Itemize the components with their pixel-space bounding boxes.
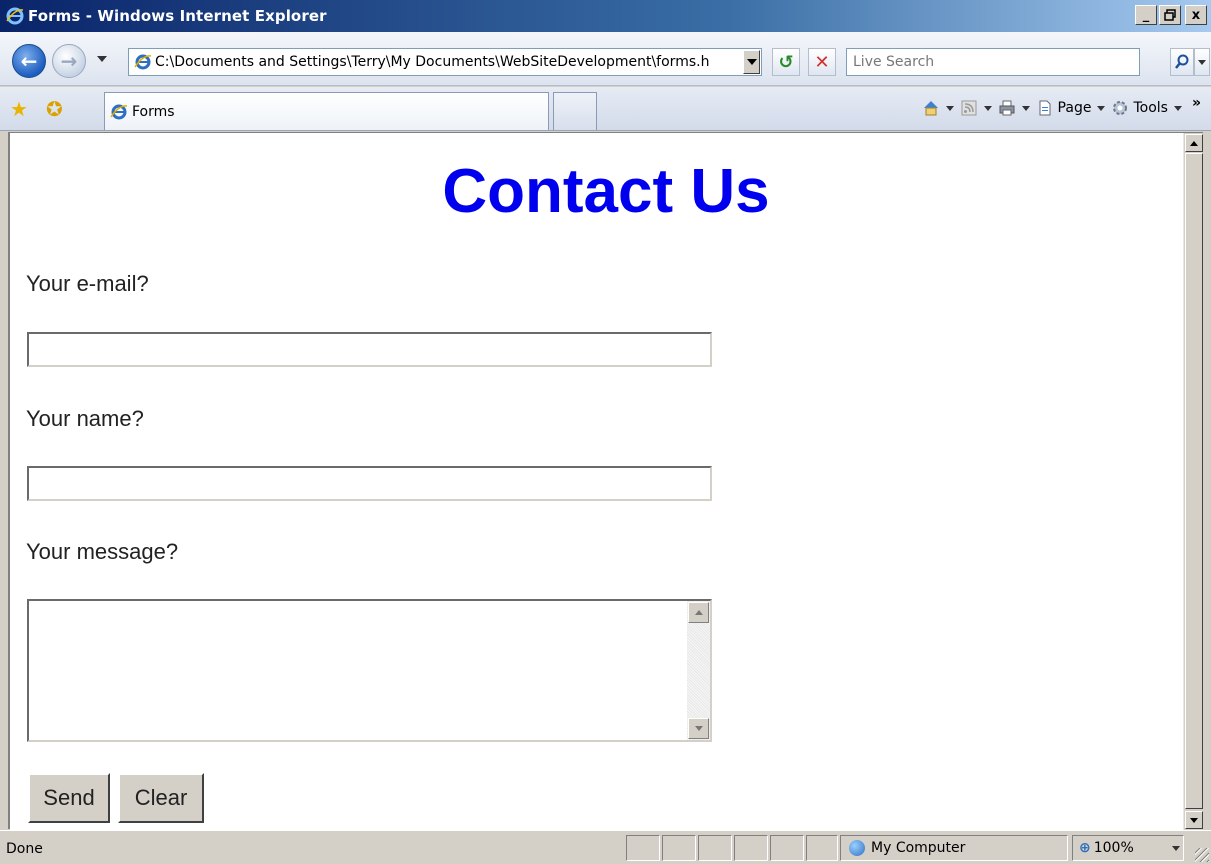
- arrow-up-icon: [1190, 140, 1198, 146]
- forward-arrow-icon: →: [60, 49, 78, 73]
- chevron-down-icon: [746, 59, 757, 65]
- feeds-button[interactable]: [960, 99, 992, 117]
- security-zone[interactable]: My Computer: [840, 835, 1068, 861]
- command-bar: Page Tools »: [922, 95, 1201, 117]
- print-button[interactable]: [998, 99, 1030, 117]
- tools-gear-icon: [1113, 101, 1128, 115]
- tab-forms[interactable]: Forms: [104, 92, 549, 130]
- chevron-down-icon: [983, 105, 992, 111]
- status-panel: [806, 835, 838, 861]
- stop-button[interactable]: ✕: [808, 48, 836, 76]
- zoom-value: 100%: [1093, 840, 1134, 856]
- page-scroll-thumb[interactable]: [1185, 153, 1203, 809]
- favorites-star-icon[interactable]: ★: [10, 99, 28, 119]
- navigation-bar: ← → C:\Documents and Settings\Terry\My D…: [0, 32, 1211, 86]
- clear-button[interactable]: Clear: [118, 773, 204, 823]
- ie-page-icon: [134, 54, 152, 70]
- home-button[interactable]: [922, 99, 954, 117]
- arrow-down-icon: [1190, 817, 1198, 823]
- status-panel: [698, 835, 732, 861]
- back-button[interactable]: ←: [12, 44, 46, 78]
- scroll-up-button[interactable]: [688, 602, 709, 623]
- recent-pages-dropdown[interactable]: [97, 56, 107, 62]
- close-button[interactable]: x: [1185, 5, 1207, 25]
- chevron-down-icon: [1097, 105, 1106, 111]
- zoom-icon: ⊕: [1079, 840, 1091, 856]
- search-button[interactable]: [1170, 48, 1194, 76]
- status-panel: [662, 835, 696, 861]
- ie-tab-icon: [110, 104, 128, 119]
- chevron-down-icon: [1173, 105, 1182, 111]
- tab-bar: ★ ✪ Forms Page Tools »: [0, 87, 1211, 131]
- refresh-icon: ↺: [778, 51, 794, 73]
- page-title: Contact Us: [442, 157, 770, 226]
- name-label: Your name?: [26, 406, 144, 431]
- status-panel: [770, 835, 804, 861]
- title-bar[interactable]: Forms - Windows Internet Explorer _ x: [0, 0, 1211, 32]
- resize-grip[interactable]: [1195, 848, 1209, 862]
- status-panel: [734, 835, 768, 861]
- new-tab-button[interactable]: [553, 92, 597, 130]
- page-scroll-up-button[interactable]: [1185, 134, 1203, 152]
- add-favorites-icon[interactable]: ✪: [46, 99, 63, 119]
- name-field[interactable]: [27, 466, 712, 501]
- page-menu-button[interactable]: Page: [1036, 99, 1106, 117]
- forward-button[interactable]: →: [52, 44, 86, 78]
- arrow-up-icon: [694, 610, 703, 615]
- status-text: Done: [6, 841, 43, 857]
- search-options-dropdown[interactable]: [1194, 48, 1210, 76]
- status-bar: Done My Computer ⊕ 100%: [0, 830, 1211, 864]
- my-computer-icon: [849, 840, 865, 856]
- zoom-dropdown-icon[interactable]: [1172, 846, 1180, 851]
- feeds-icon: [961, 100, 977, 116]
- page-scroll-down-button[interactable]: [1185, 811, 1203, 829]
- address-dropdown-button[interactable]: [743, 50, 760, 74]
- tools-menu-label: Tools: [1133, 100, 1168, 116]
- send-button[interactable]: Send: [28, 773, 110, 823]
- message-textarea[interactable]: [29, 601, 687, 740]
- more-commands-icon[interactable]: »: [1192, 95, 1201, 111]
- address-url[interactable]: C:\Documents and Settings\Terry\My Docum…: [155, 54, 743, 70]
- email-field[interactable]: [27, 332, 712, 367]
- tab-label: Forms: [132, 103, 175, 120]
- zone-label: My Computer: [871, 840, 966, 856]
- page-menu-label: Page: [1057, 100, 1092, 116]
- tools-menu-button[interactable]: Tools: [1111, 99, 1182, 117]
- email-label: Your e-mail?: [26, 271, 149, 296]
- content-viewport: Contact Us Your e-mail? Your name? Your …: [8, 132, 1203, 830]
- address-bar[interactable]: C:\Documents and Settings\Terry\My Docum…: [128, 48, 762, 76]
- page-icon: [1039, 100, 1051, 116]
- page-scrollbar[interactable]: [1183, 133, 1203, 830]
- search-input[interactable]: Live Search: [846, 48, 1140, 76]
- home-icon: [923, 101, 938, 116]
- message-scrollbar[interactable]: [687, 601, 710, 740]
- arrow-down-icon: [694, 726, 703, 731]
- scroll-down-button[interactable]: [688, 718, 709, 739]
- message-label: Your message?: [26, 539, 179, 564]
- chevron-down-icon: [1021, 105, 1030, 111]
- zoom-level[interactable]: ⊕ 100%: [1072, 835, 1184, 861]
- stop-icon: ✕: [814, 51, 830, 73]
- refresh-button[interactable]: ↺: [772, 48, 800, 76]
- back-arrow-icon: ←: [20, 49, 38, 73]
- minimize-button[interactable]: _: [1135, 5, 1157, 25]
- status-panel: [626, 835, 660, 861]
- restore-icon: [1164, 9, 1176, 21]
- ie-logo-icon: [6, 7, 24, 25]
- chevron-down-icon: [1198, 59, 1206, 65]
- maximize-button[interactable]: [1159, 5, 1181, 25]
- print-icon: [999, 100, 1015, 116]
- search-icon: [1175, 54, 1189, 69]
- window-title: Forms - Windows Internet Explorer: [28, 7, 327, 25]
- chevron-down-icon: [945, 105, 954, 111]
- message-box: [27, 599, 712, 742]
- web-page: Contact Us Your e-mail? Your name? Your …: [10, 133, 1184, 830]
